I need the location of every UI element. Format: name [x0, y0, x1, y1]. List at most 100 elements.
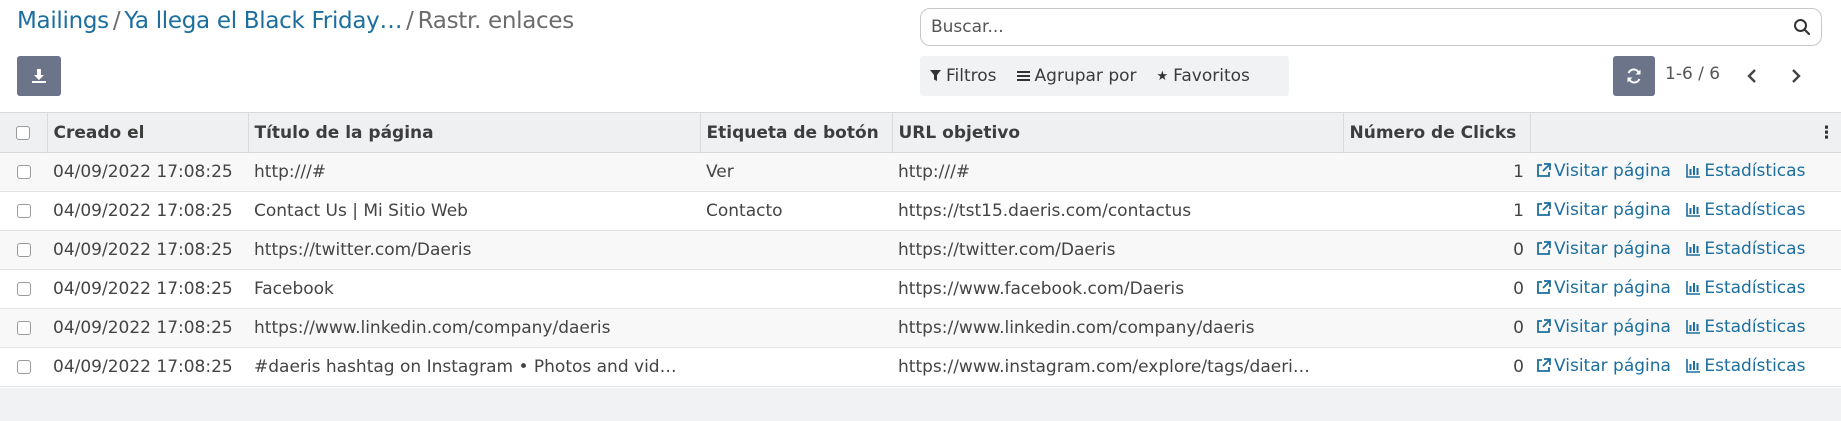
refresh-button[interactable]	[1613, 56, 1655, 96]
cell-clicks: 1	[1513, 201, 1524, 221]
chevron-left-icon	[1747, 69, 1756, 83]
bar-chart-icon	[1686, 164, 1701, 179]
cell-actions: Visitar página Estadísticas	[1530, 153, 1841, 192]
cell-created: 04/09/2022 17:08:25	[53, 162, 233, 182]
row-select-cell	[0, 153, 47, 192]
external-link-icon	[1537, 241, 1551, 256]
column-menu-icon[interactable]: ⋮	[1818, 123, 1835, 143]
bar-chart-icon	[1686, 359, 1701, 374]
breadcrumb-separator: /	[112, 8, 121, 34]
filters-label: Filtros	[946, 66, 997, 86]
pager-next-button[interactable]	[1782, 60, 1810, 92]
visit-page-label: Visitar página	[1554, 160, 1671, 181]
visit-page-button[interactable]: Visitar página	[1536, 161, 1671, 181]
table-row[interactable]: 04/09/2022 17:08:25 #daeris hashtag on I…	[0, 347, 1841, 387]
row-checkbox[interactable]	[16, 360, 31, 374]
statistics-button[interactable]: Estadísticas	[1686, 278, 1805, 298]
row-checkbox[interactable]	[16, 165, 31, 179]
table-row[interactable]: 04/09/2022 17:08:25 http:///# Ver http:/…	[0, 152, 1841, 192]
search-input[interactable]	[929, 16, 1791, 38]
column-menu-cell: ⋮	[1530, 113, 1841, 153]
visit-page-button[interactable]: Visitar página	[1536, 356, 1671, 376]
select-all-cell	[0, 112, 48, 153]
statistics-button[interactable]: Estadísticas	[1686, 356, 1805, 376]
statistics-button[interactable]: Estadísticas	[1686, 200, 1805, 220]
group-by-label: Agrupar por	[1034, 66, 1137, 86]
cell-created: 04/09/2022 17:08:25	[53, 279, 233, 299]
bar-chart-icon	[1686, 203, 1701, 218]
breadcrumb-mailings[interactable]: Mailings	[17, 8, 109, 34]
cell-clicks: 0	[1513, 318, 1524, 338]
cell-created: 04/09/2022 17:08:25	[53, 201, 233, 221]
cell-button-label: Ver	[706, 162, 734, 182]
table-header-row: Creado el Título de la página Etiqueta d…	[0, 112, 1841, 153]
visit-page-label: Visitar página	[1554, 316, 1671, 337]
external-link-icon	[1537, 202, 1551, 217]
statistics-label: Estadísticas	[1704, 277, 1806, 298]
row-checkbox[interactable]	[16, 243, 31, 257]
external-link-icon	[1537, 319, 1551, 334]
cell-page-title: http:///#	[254, 162, 327, 182]
pager-value[interactable]: 1-6 / 6	[1665, 64, 1720, 84]
column-header-button-label[interactable]: Etiqueta de botón	[700, 112, 893, 153]
statistics-button[interactable]: Estadísticas	[1686, 317, 1805, 337]
visit-page-button[interactable]: Visitar página	[1536, 278, 1671, 298]
filter-icon	[930, 70, 941, 81]
group-icon	[1016, 71, 1030, 81]
row-select-cell	[0, 348, 47, 387]
statistics-label: Estadísticas	[1704, 199, 1806, 220]
column-header-target-url[interactable]: URL objetivo	[892, 112, 1344, 153]
row-select-cell	[0, 192, 47, 231]
cell-actions: Visitar página Estadísticas	[1530, 270, 1841, 309]
cell-page-title: #daeris hashtag on Instagram • Photos an…	[254, 357, 677, 377]
visit-page-label: Visitar página	[1554, 277, 1671, 298]
refresh-icon	[1627, 68, 1641, 84]
cell-button-label	[700, 348, 892, 387]
cell-button-label: Contacto	[706, 201, 783, 221]
visit-page-label: Visitar página	[1554, 199, 1671, 220]
cell-page-title: https://twitter.com/Daeris	[254, 240, 472, 260]
cell-clicks: 0	[1513, 240, 1524, 260]
row-select-cell	[0, 309, 47, 348]
statistics-button[interactable]: Estadísticas	[1686, 161, 1805, 181]
cell-actions: Visitar página Estadísticas	[1530, 309, 1841, 348]
external-link-icon	[1537, 358, 1551, 373]
cell-target-url: https://tst15.daeris.com/contactus	[898, 201, 1192, 221]
cell-actions: Visitar página Estadísticas	[1530, 348, 1841, 387]
download-button[interactable]	[17, 56, 61, 96]
column-header-page-title[interactable]: Título de la página	[248, 112, 701, 153]
visit-page-button[interactable]: Visitar página	[1536, 239, 1671, 259]
cell-created: 04/09/2022 17:08:25	[53, 318, 233, 338]
table-row[interactable]: 04/09/2022 17:08:25 https://twitter.com/…	[0, 230, 1841, 270]
column-header-clicks[interactable]: Número de Clicks	[1343, 112, 1531, 153]
search-icon[interactable]	[1791, 16, 1813, 38]
visit-page-button[interactable]: Visitar página	[1536, 317, 1671, 337]
row-checkbox[interactable]	[16, 321, 31, 335]
cell-button-label	[700, 309, 892, 348]
external-link-icon	[1537, 163, 1551, 178]
table-row[interactable]: 04/09/2022 17:08:25 Facebook https://www…	[0, 269, 1841, 309]
select-all-checkbox[interactable]	[16, 125, 31, 140]
filters-button[interactable]: Filtros	[920, 56, 1007, 96]
group-by-button[interactable]: Agrupar por	[1007, 56, 1147, 96]
bar-chart-icon	[1686, 242, 1701, 257]
statistics-button[interactable]: Estadísticas	[1686, 239, 1805, 259]
row-checkbox[interactable]	[16, 282, 31, 296]
visit-page-button[interactable]: Visitar página	[1536, 200, 1671, 220]
row-select-cell	[0, 270, 47, 309]
breadcrumb-mailing-name[interactable]: Ya llega el Black Friday…	[124, 8, 402, 34]
favorites-label: Favoritos	[1173, 66, 1250, 86]
page-title: Rastr. enlaces	[417, 8, 575, 34]
column-header-created[interactable]: Creado el	[47, 112, 249, 153]
bar-chart-icon	[1686, 320, 1701, 335]
pager-previous-button[interactable]	[1738, 60, 1766, 92]
cell-button-label	[700, 270, 892, 309]
table-row[interactable]: 04/09/2022 17:08:25 Contact Us | Mi Siti…	[0, 191, 1841, 231]
search-bar	[920, 8, 1822, 46]
table-row[interactable]: 04/09/2022 17:08:25 https://www.linkedin…	[0, 308, 1841, 348]
row-checkbox[interactable]	[16, 204, 31, 218]
cell-clicks: 0	[1513, 357, 1524, 377]
breadcrumb-separator: /	[406, 8, 414, 34]
favorites-button[interactable]: ★ Favoritos	[1147, 56, 1260, 96]
visit-page-label: Visitar página	[1554, 355, 1671, 376]
